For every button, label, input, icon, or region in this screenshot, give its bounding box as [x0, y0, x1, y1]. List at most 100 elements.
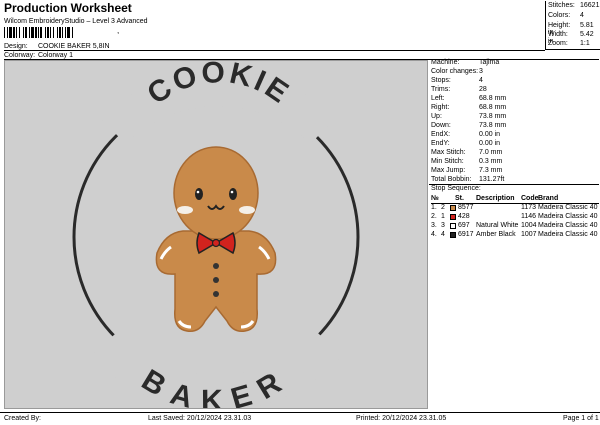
- info-value: 68.8 mm: [479, 104, 507, 111]
- info-row: Machine: Tajima: [431, 59, 499, 66]
- info-row: Down: 73.8 mm: [431, 122, 506, 129]
- design-bottom-text: BAKER: [136, 363, 292, 408]
- row-stitches: 697: [458, 222, 470, 229]
- info-label: Min Stitch:: [431, 158, 464, 165]
- row-description: Natural White: [476, 222, 519, 229]
- footer: Created By: Last Saved: 20/12/2024 23.31…: [0, 412, 600, 425]
- col-brand: Brand: [538, 195, 559, 202]
- stat-label: Height:: [548, 22, 571, 29]
- info-value: 131.27ft: [479, 176, 505, 183]
- info-value: 68.8 mm: [479, 95, 507, 102]
- stats-box: Stitches: 16621 Colors: 4 Height: 5.81 in W…: [545, 1, 600, 50]
- info-value: 73.8 mm: [479, 122, 507, 129]
- info-label: Down:: [431, 122, 451, 129]
- info-value: 7.3 mm: [479, 167, 503, 174]
- row-stop-number: 1: [441, 213, 445, 220]
- color-swatch: [450, 214, 456, 220]
- software-subtitle: Wilcom EmbroideryStudio – Level 3 Advanc…: [4, 18, 148, 25]
- info-row: Min Stitch: 0.3 mm: [431, 158, 502, 165]
- row-description: Amber Black: [476, 231, 516, 238]
- barcode-mark: ,: [117, 26, 120, 35]
- last-saved: Last Saved: 20/12/2024 23.31.03: [148, 415, 252, 422]
- header-divider: [4, 50, 545, 51]
- stat-zoom: Zoom: 1:1: [548, 40, 590, 47]
- info-row: Total Bobbin: 131.27ft: [431, 176, 504, 183]
- stat-value: 1:1: [580, 40, 590, 47]
- stop-sequence-title: Stop Sequence:: [431, 185, 481, 192]
- info-value: 73.8 mm: [479, 113, 507, 120]
- col-code: Code: [521, 195, 539, 202]
- row-index: 4.: [431, 231, 437, 238]
- page-title: Production Worksheet: [4, 1, 132, 15]
- info-label: Left:: [431, 95, 445, 102]
- table-row: 3. 3 697 Natural White 1004 Madeira Clas…: [431, 222, 599, 231]
- printed-date: Printed: 20/12/2024 23.31.05: [356, 415, 447, 422]
- row-index: 3.: [431, 222, 437, 229]
- stat-label: Stitches:: [548, 2, 575, 9]
- info-label: EndX:: [431, 131, 451, 138]
- stat-label: Colors:: [548, 12, 571, 19]
- info-row: Max Jump: 7.3 mm: [431, 167, 502, 174]
- info-value: 4: [479, 77, 483, 84]
- info-label: Stops:: [431, 77, 451, 84]
- table-row: 1. 2 8577 1173 Madeira Classic 40: [431, 204, 599, 213]
- info-row: Right: 68.8 mm: [431, 104, 506, 111]
- row-brand: Madeira Classic 40: [538, 222, 598, 229]
- info-row: Max Stitch: 7.0 mm: [431, 149, 502, 156]
- info-label: EndY:: [431, 140, 450, 147]
- info-label: Color changes:: [431, 68, 479, 75]
- info-value: Tajima: [479, 59, 500, 66]
- info-value: 0.00 in: [479, 131, 501, 138]
- stop-table-body: 1. 2 8577 1173 Madeira Classic 40 2. 1 4…: [431, 204, 599, 244]
- info-row: Trims: 28: [431, 86, 487, 93]
- row-stop-number: 2: [441, 204, 445, 211]
- row-code: 1007: [521, 231, 537, 238]
- stat-value: 16621: [580, 2, 600, 9]
- info-value: 7.0 mm: [479, 149, 503, 156]
- colorway-value: Colorway 1: [37, 52, 73, 59]
- created-by: Created By:: [4, 415, 41, 422]
- info-value: 0.3 mm: [479, 158, 503, 165]
- row-stop-number: 4: [441, 231, 445, 238]
- design-label: Design:: [4, 43, 28, 50]
- row-brand: Madeira Classic 40: [538, 204, 598, 211]
- row-code: 1173: [521, 204, 537, 211]
- stat-stitches: Stitches: 16621: [548, 2, 599, 9]
- row-stitches: 428: [458, 213, 470, 220]
- info-value: 3: [479, 68, 483, 75]
- stat-label: Zoom:: [548, 40, 568, 47]
- stat-colors: Colors: 4: [548, 12, 584, 19]
- color-swatch: [450, 223, 456, 229]
- color-swatch: [450, 205, 456, 211]
- info-label: Max Stitch:: [431, 149, 466, 156]
- info-value: 0.00 in: [479, 140, 501, 147]
- info-label: Trims:: [431, 86, 451, 93]
- info-row: EndY: 0.00 in: [431, 140, 500, 147]
- row-code: 1146: [521, 213, 537, 220]
- design-row: Design: COOKIE BAKER 5,8IN: [4, 43, 110, 50]
- row-brand: Madeira Classic 40: [538, 213, 598, 220]
- row-stop-number: 3: [441, 222, 445, 229]
- design-artwork: COOKIE BAKER: [72, 56, 360, 417]
- color-swatch: [450, 232, 456, 238]
- stat-label: Width:: [548, 31, 568, 38]
- info-row: EndX: 0.00 in: [431, 131, 500, 138]
- row-index: 2.: [431, 213, 437, 220]
- row-code: 1004: [521, 222, 537, 229]
- row-index: 1.: [431, 204, 437, 211]
- row-stitches: 8577: [458, 204, 474, 211]
- info-row: Stops: 4: [431, 77, 483, 84]
- info-label: Max Jump:: [431, 167, 466, 174]
- gingerbread-icon: [155, 146, 277, 333]
- info-row: Color changes:3: [431, 68, 483, 75]
- table-row: 2. 1 428 1146 Madeira Classic 40: [431, 213, 599, 222]
- colorway-row: Colorway: Colorway 1: [4, 52, 73, 59]
- info-row: Left: 68.8 mm: [431, 95, 506, 102]
- info-label: Up:: [431, 113, 442, 120]
- design-value: COOKIE BAKER 5,8IN: [37, 43, 110, 50]
- col-st: St.: [455, 195, 464, 202]
- info-row: Up: 73.8 mm: [431, 113, 506, 120]
- col-desc: Description: [476, 195, 515, 202]
- stat-value: 4: [580, 12, 584, 19]
- info-label: Machine:: [431, 59, 460, 66]
